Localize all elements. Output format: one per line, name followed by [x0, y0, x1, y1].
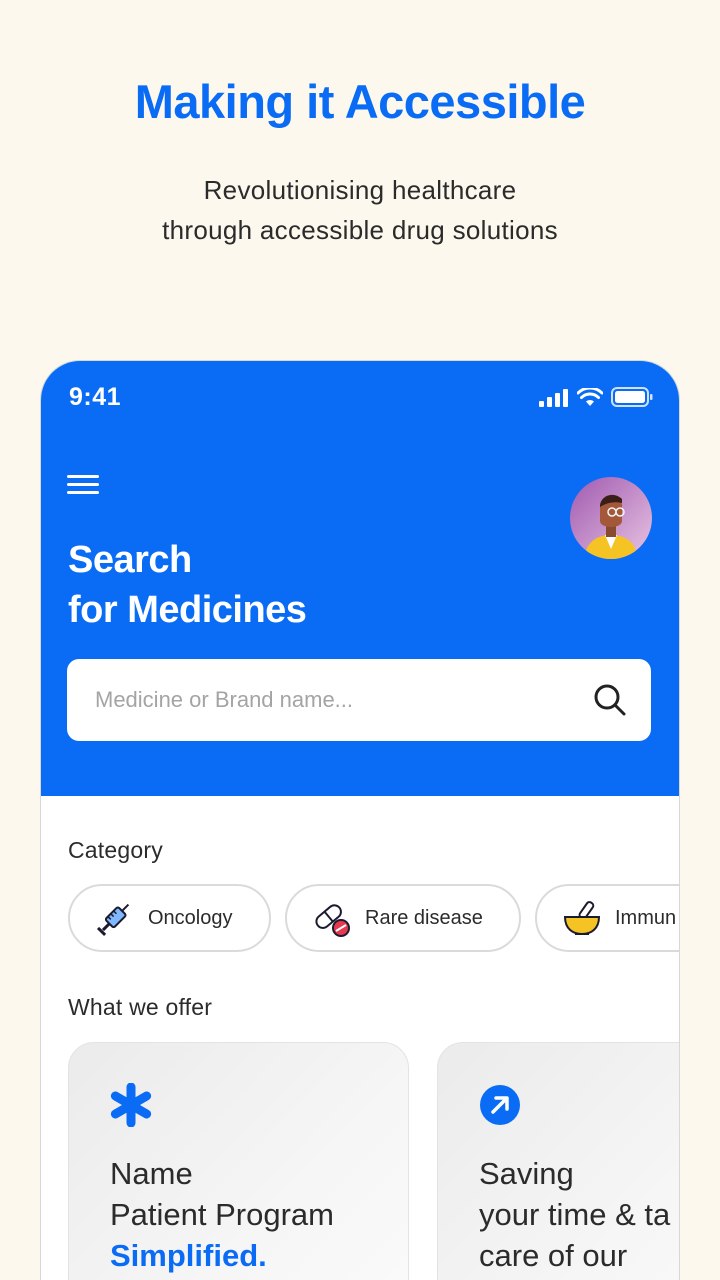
- asterisk-icon: [110, 1083, 152, 1127]
- offer-card-line: Patient Program: [110, 1197, 334, 1232]
- category-chips: Oncology Rare disease Immun: [68, 884, 679, 952]
- offer-cards: Name Patient Program Simplified. Saving …: [68, 1042, 679, 1280]
- mortar-pestle-icon: [563, 901, 601, 936]
- chip-label: Rare disease: [365, 906, 483, 929]
- chip-label: Immun: [615, 906, 677, 929]
- offer-card[interactable]: Saving your time & ta care of our: [437, 1042, 679, 1280]
- offer-card-line: Name: [110, 1156, 193, 1191]
- headline: Making it Accessible: [134, 75, 586, 128]
- offer-card[interactable]: Name Patient Program Simplified.: [68, 1042, 409, 1280]
- offer-card-text: Saving your time & ta care of our: [479, 1153, 670, 1276]
- avatar-illustration: [570, 477, 652, 559]
- search-icon[interactable]: [593, 683, 627, 717]
- pills-icon: [315, 904, 350, 937]
- user-avatar[interactable]: [570, 477, 652, 559]
- syringe-icon: [96, 903, 130, 937]
- hero-banner: 9:41 Search for Medicines Medicine or Br…: [41, 361, 679, 796]
- search-bar: [67, 659, 651, 741]
- subline: Revolutionising healthcare through acces…: [0, 170, 720, 250]
- offer-card-line: your time & ta: [479, 1197, 671, 1232]
- phone-frame: 9:41 Search for Medicines Medicine or Br…: [40, 360, 680, 1280]
- subline-line-1: Revolutionising healthcare: [203, 175, 517, 205]
- hero-title: Search for Medicines: [68, 535, 307, 635]
- cellular-signal-icon: [539, 389, 568, 407]
- wifi-icon: [577, 388, 603, 406]
- hamburger-icon: [67, 475, 99, 478]
- chip-immunology[interactable]: Immun: [535, 884, 679, 952]
- offer-card-line: Saving: [479, 1156, 574, 1191]
- battery-icon: [611, 387, 653, 407]
- menu-button[interactable]: [67, 475, 99, 497]
- hero-title-line-1: Search: [68, 539, 192, 581]
- search-input[interactable]: [95, 687, 593, 713]
- category-label: Category: [68, 837, 163, 863]
- offer-label: What we offer: [68, 994, 213, 1020]
- offer-card-line: care of our: [479, 1238, 628, 1273]
- offer-card-text: Name Patient Program Simplified.: [110, 1153, 334, 1276]
- chip-label: Oncology: [148, 906, 233, 929]
- chip-rare-disease[interactable]: Rare disease: [285, 884, 521, 952]
- hero-title-line-2: for Medicines: [68, 589, 307, 631]
- subline-line-2: through accessible drug solutions: [162, 215, 558, 245]
- offer-card-accent: Simplified.: [110, 1238, 267, 1273]
- arrow-up-right-icon: [480, 1085, 520, 1125]
- status-icons: [539, 387, 653, 407]
- chip-oncology[interactable]: Oncology: [68, 884, 271, 952]
- status-time: 9:41: [69, 383, 122, 411]
